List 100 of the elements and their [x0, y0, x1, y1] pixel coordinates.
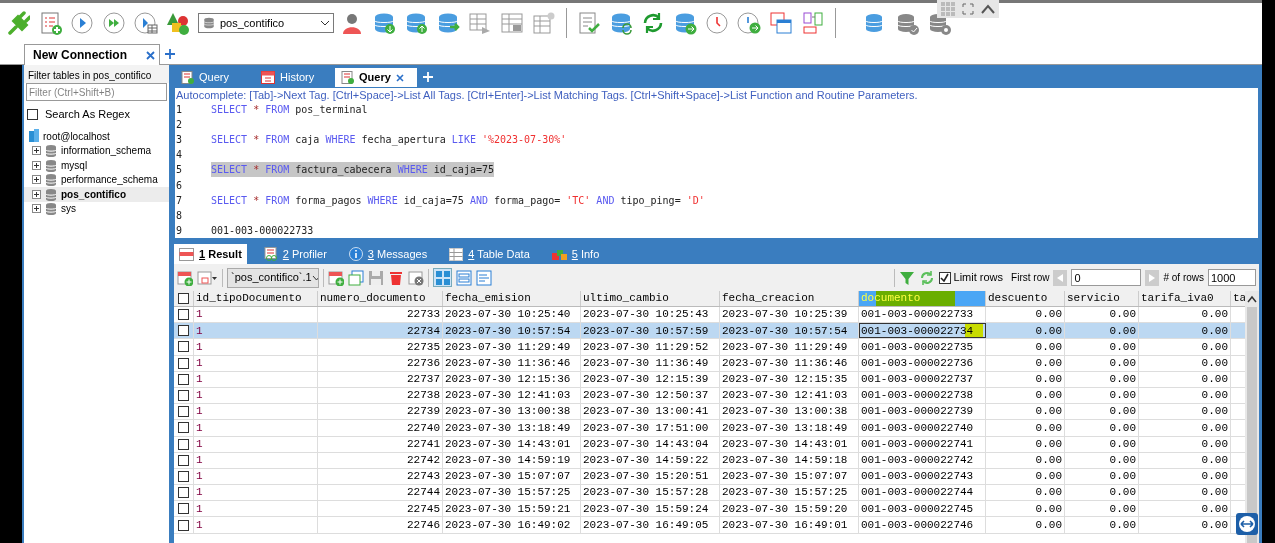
expand-icon[interactable]	[32, 204, 41, 214]
checkbox[interactable]	[178, 470, 189, 482]
table-export-icon[interactable]	[468, 11, 492, 35]
checkbox[interactable]	[27, 108, 38, 120]
table-options-icon[interactable]	[197, 269, 218, 286]
checkbox[interactable]	[178, 406, 189, 418]
plug-icon[interactable]	[6, 11, 30, 35]
tree-item[interactable]: mysql	[24, 158, 169, 173]
query-tab[interactable]: Query	[175, 68, 253, 87]
database-upload-icon[interactable]	[404, 11, 428, 35]
table-row[interactable]: 1 22740 2023-07-30 13:18:49 2023-07-30 17:51:00 2023-07-30 13:18:49 001-003-000022740 0.00 0.00 0.00	[174, 420, 1245, 437]
user-icon[interactable]	[340, 11, 364, 35]
clock-forward-icon[interactable]	[737, 11, 761, 35]
checkbox[interactable]	[178, 341, 189, 353]
text-view-icon[interactable]	[476, 269, 492, 286]
database-arrow-icon[interactable]	[436, 11, 460, 35]
rows-field[interactable]: 1000	[1208, 269, 1256, 286]
first-row-field[interactable]: 0	[1071, 269, 1142, 286]
tree-item[interactable]: information_schema	[24, 143, 169, 158]
window-copy-icon[interactable]	[769, 11, 793, 35]
filter-field[interactable]: Filter (Ctrl+Shift+B)	[26, 83, 167, 101]
fast-forward-icon[interactable]	[102, 11, 126, 35]
table-layout-icon[interactable]	[500, 11, 524, 35]
table-row[interactable]: 1 22744 2023-07-30 15:57:25 2023-07-30 15:57:28 2023-07-30 15:57:25 001-003-000022744 0.00 0.00 0.00	[174, 485, 1245, 502]
tree-item[interactable]: root@localhost	[43, 128, 110, 144]
database-dropdown[interactable]: pos_contifico	[198, 13, 334, 33]
query-tab[interactable]: History	[255, 68, 333, 87]
table-settings-icon[interactable]	[532, 11, 556, 35]
expand-icon[interactable]	[32, 160, 41, 170]
insert-row-icon[interactable]	[328, 269, 344, 286]
compare-icon[interactable]	[801, 11, 825, 35]
shapes-icon[interactable]	[166, 11, 190, 35]
column-header[interactable]: fecha_emision	[443, 291, 581, 306]
scrollbar[interactable]	[1245, 291, 1259, 543]
connection-tab[interactable]: New Connection	[24, 44, 160, 65]
column-header[interactable]: id_tipoDocumento	[194, 291, 318, 306]
table-cell: 2023-07-30 11:29:52	[581, 339, 720, 355]
checkbox[interactable]	[178, 309, 189, 321]
caret-up-icon[interactable]	[981, 4, 996, 14]
checkbox[interactable]	[178, 422, 189, 434]
grid-view-button[interactable]	[433, 268, 452, 287]
scroll-up-icon[interactable]	[1247, 295, 1257, 303]
result-tab[interactable]: 4 Table Data	[444, 244, 535, 264]
duplicate-icon[interactable]	[348, 269, 364, 286]
add-row-icon[interactable]	[177, 269, 193, 286]
result-tab[interactable]: 3 Messages	[343, 244, 433, 264]
result-tab[interactable]: 5 Info	[546, 244, 605, 264]
table-row[interactable]: 1 22739 2023-07-30 13:00:38 2023-07-30 13:00:41 2023-07-30 13:00:38 001-003-000022739 0.00 0.00 0.00	[174, 404, 1245, 421]
form-view-icon[interactable]	[456, 269, 472, 286]
table-dropdown[interactable]: `pos_contifico`.1	[227, 267, 319, 288]
expand-icon[interactable]	[32, 175, 41, 185]
checkbox[interactable]	[178, 390, 189, 402]
remote-control-icon[interactable]	[1236, 513, 1258, 535]
checkbox[interactable]	[178, 357, 189, 369]
checkbox[interactable]	[178, 487, 189, 499]
database-download-icon[interactable]	[372, 11, 396, 35]
add-tab-icon[interactable]	[165, 49, 175, 59]
code-line: 001-003-000022733	[211, 223, 314, 238]
checkbox[interactable]	[178, 438, 189, 450]
filter-label: Filter tables in pos_contifico	[24, 65, 169, 83]
column-header[interactable]: tarifa_iva0	[1139, 291, 1231, 306]
checkbox[interactable]	[938, 271, 951, 284]
checkbox[interactable]	[178, 293, 189, 304]
checkbox[interactable]	[178, 454, 189, 466]
chevron-down-icon[interactable]	[320, 20, 330, 26]
checkbox[interactable]	[178, 373, 189, 385]
close-icon[interactable]	[146, 50, 155, 60]
result-tab[interactable]: 2 Profiler	[258, 244, 332, 264]
delete-icon[interactable]	[388, 269, 404, 286]
checkbox[interactable]	[178, 503, 189, 515]
column-header[interactable]: ultimo_cambio	[581, 291, 720, 306]
chevron-down-icon[interactable]	[311, 274, 318, 281]
column-header[interactable]: numero_documento	[318, 291, 443, 306]
checkbox[interactable]	[178, 519, 189, 531]
refresh-icon[interactable]	[641, 11, 665, 35]
checkbox[interactable]	[178, 325, 189, 337]
checklist-icon[interactable]	[577, 11, 601, 35]
new-query-icon[interactable]	[38, 11, 62, 35]
play-icon[interactable]	[70, 11, 94, 35]
table-cell: 2023-07-30 11:29:49	[443, 339, 581, 355]
tree-item[interactable]: performance_schema	[24, 172, 169, 187]
tree-item[interactable]: pos_contifico	[24, 187, 169, 202]
result-tab[interactable]: 1 Result	[174, 244, 247, 264]
column-header[interactable]: servicio	[1065, 291, 1139, 306]
tree-item[interactable]: sys	[24, 201, 169, 216]
close-icon[interactable]	[395, 73, 404, 82]
database-sync-icon[interactable]	[609, 11, 633, 35]
query-tab[interactable]: Query	[335, 68, 417, 87]
table-row[interactable]: 1 22733 2023-07-30 10:25:40 2023-07-30 10:25:43 2023-07-30 10:25:39 001-003-000022733 0.00 0.00 0.00	[174, 307, 1245, 324]
filter-icon[interactable]	[898, 269, 915, 286]
database-check-icon[interactable]	[896, 11, 920, 35]
clock-icon[interactable]	[705, 11, 729, 35]
cancel-icon[interactable]	[408, 269, 424, 286]
expand-icon[interactable]	[32, 189, 41, 199]
expand-icon[interactable]	[32, 146, 41, 156]
database-forward-icon[interactable]	[673, 11, 697, 35]
table-row[interactable]: 1 22735 2023-07-30 11:29:49 2023-07-30 11:29:52 2023-07-30 11:29:49 001-003-000022735 0.00 0.00 0.00	[174, 339, 1245, 356]
scroll-thumb[interactable]	[1247, 307, 1257, 543]
column-header[interactable]: descuento	[986, 291, 1065, 306]
execute-table-icon[interactable]	[134, 11, 158, 35]
